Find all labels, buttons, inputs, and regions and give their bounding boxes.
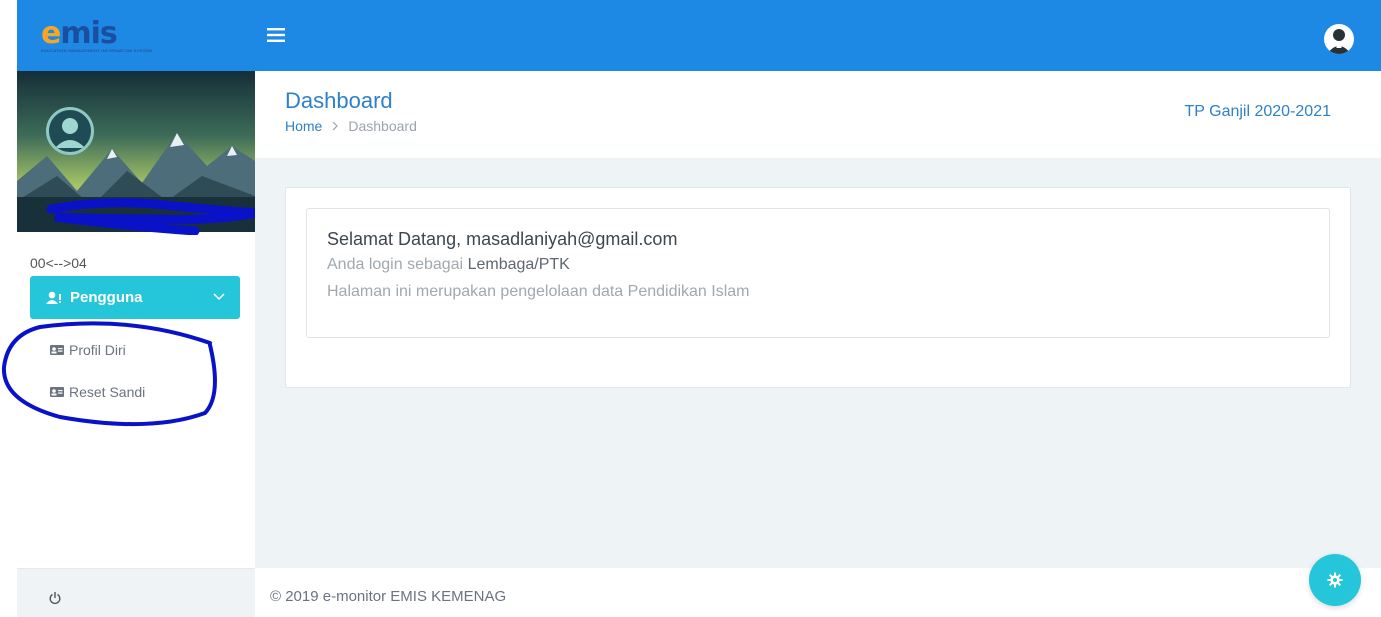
settings-button[interactable] <box>1309 554 1361 606</box>
emis-logo[interactable]: emis EDUCATION MANAGEMENT INFORMATION SY… <box>41 16 152 54</box>
hamburger-icon[interactable] <box>267 27 285 43</box>
user-avatar-icon[interactable] <box>1324 24 1354 54</box>
redaction-scribble <box>46 198 258 235</box>
breadcrumb: Home Dashboard <box>285 118 417 134</box>
welcome-description: Halaman ini merupakan pengelolaan data P… <box>327 283 750 300</box>
academic-period: TP Ganjil 2020-2021 <box>1184 103 1331 120</box>
logo-subtitle: EDUCATION MANAGEMENT INFORMATION SYSTEM <box>41 48 153 53</box>
top-navbar <box>255 0 1381 71</box>
page-footer: © 2019 e-monitor EMIS KEMENAG <box>255 568 1381 617</box>
user-key-icon <box>46 291 61 304</box>
logo-letters: mis <box>60 16 117 51</box>
sidebar-group-pengguna[interactable]: Pengguna <box>30 276 240 319</box>
logo-letter-e: e <box>41 16 61 51</box>
page-header: Dashboard Home Dashboard TP Ganjil 2020-… <box>255 71 1381 158</box>
breadcrumb-home-link[interactable]: Home <box>285 118 322 134</box>
login-role-line: Anda login sebagai Lembaga/PTK <box>327 256 570 274</box>
breadcrumb-current: Dashboard <box>348 118 417 134</box>
sidebar-footer <box>17 568 255 617</box>
chevron-right-icon <box>332 121 339 131</box>
version-label: 00<-->04 <box>30 255 87 271</box>
chevron-down-icon <box>213 293 225 301</box>
login-role-prefix: Anda login sebagai <box>327 256 468 273</box>
profile-avatar <box>46 107 94 155</box>
page-title: Dashboard <box>285 88 393 113</box>
main-content: Dashboard Home Dashboard TP Ganjil 2020-… <box>255 71 1381 568</box>
copyright-text: © 2019 e-monitor EMIS KEMENAG <box>270 588 507 605</box>
welcome-greeting: Selamat Datang, masadlaniyah@gmail.com <box>327 229 678 249</box>
gear-icon <box>1327 572 1343 588</box>
login-role-value: Lembaga/PTK <box>467 256 570 273</box>
power-icon[interactable] <box>49 591 61 605</box>
user-silhouette-icon <box>55 118 85 148</box>
sidebar-group-label: Pengguna <box>70 289 143 306</box>
dashboard-card: Selamat Datang, masadlaniyah@gmail.com A… <box>285 187 1351 388</box>
logo-bar: emis EDUCATION MANAGEMENT INFORMATION SY… <box>17 0 255 71</box>
annotation-circle <box>1 321 217 427</box>
sidebar: emis EDUCATION MANAGEMENT INFORMATION SY… <box>1 0 258 617</box>
welcome-panel: Selamat Datang, masadlaniyah@gmail.com A… <box>306 208 1330 338</box>
